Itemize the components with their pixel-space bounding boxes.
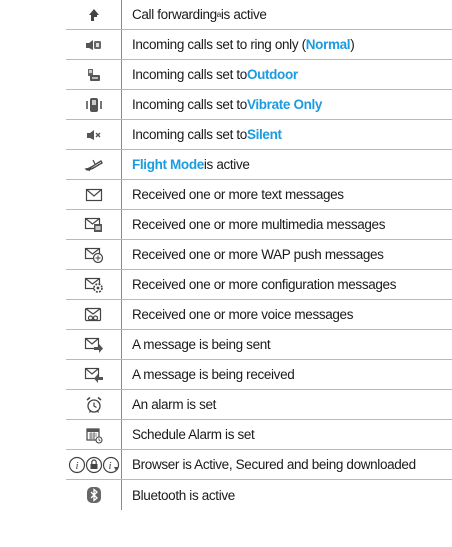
row-description: Received one or more multimedia messages: [132, 217, 386, 232]
multimedia-message-icon: [66, 210, 122, 239]
table-row: Received one or more text messages: [66, 180, 452, 210]
table-row: Call forwarding a is active: [66, 0, 452, 30]
row-description: Incoming calls set to Outdoor: [132, 67, 298, 82]
row-description: Incoming calls set to Silent: [132, 127, 282, 142]
row-description: Schedule Alarm is set: [132, 427, 255, 442]
status-icon-table: Call forwarding a is active Incoming call…: [66, 0, 452, 510]
outdoor-icon: [66, 60, 122, 89]
table-row: Incoming calls set to Outdoor: [66, 60, 452, 90]
table-row: Incoming calls set to ring only (Normal): [66, 30, 452, 60]
row-description: Received one or more configuration messa…: [132, 277, 397, 292]
row-description: A message is being sent: [132, 337, 271, 352]
row-description: Received one or more voice messages: [132, 307, 354, 322]
svg-text:i: i: [75, 460, 78, 472]
receiving-message-icon: [66, 360, 122, 389]
svg-text:i: i: [108, 460, 111, 472]
table-row: Received one or more WAP push messages: [66, 240, 452, 270]
row-description: Received one or more WAP push messages: [132, 247, 384, 262]
schedule-alarm-icon: [66, 420, 122, 449]
row-description: Call forwarding a is active: [132, 7, 267, 22]
silent-icon: [66, 120, 122, 149]
flight-mode-icon: [66, 150, 122, 179]
table-row: Received one or more multimedia messages: [66, 210, 452, 240]
alarm-icon: [66, 390, 122, 419]
bluetooth-icon: [66, 480, 122, 510]
configuration-message-icon: [66, 270, 122, 299]
voice-message-icon: [66, 300, 122, 329]
row-description: Flight Mode is active: [132, 157, 250, 172]
table-row: A message is being received: [66, 360, 452, 390]
table-row: Received one or more configuration messa…: [66, 270, 452, 300]
row-description: An alarm is set: [132, 397, 217, 412]
table-row: i i Browser is Active, Secured and being…: [66, 450, 452, 480]
table-row: An alarm is set: [66, 390, 452, 420]
table-row: Schedule Alarm is set: [66, 420, 452, 450]
row-description: Incoming calls set to ring only (Normal): [132, 37, 355, 52]
table-row: Received one or more voice messages: [66, 300, 452, 330]
vibrate-icon: [66, 90, 122, 119]
wap-push-icon: [66, 240, 122, 269]
row-description: Bluetooth is active: [132, 487, 235, 503]
table-row: Incoming calls set to Vibrate Only: [66, 90, 452, 120]
browser-status-icon: i i: [66, 450, 122, 479]
row-description: A message is being received: [132, 367, 295, 382]
call-forward-icon: [66, 0, 122, 29]
text-message-icon: [66, 180, 122, 209]
table-row: Incoming calls set to Silent: [66, 120, 452, 150]
table-row: A message is being sent: [66, 330, 452, 360]
row-description: Browser is Active, Secured and being dow…: [132, 457, 416, 472]
normal-ring-icon: [66, 30, 122, 59]
row-description: Incoming calls set to Vibrate Only: [132, 97, 323, 112]
table-row: Bluetooth is active: [66, 480, 452, 510]
sending-message-icon: [66, 330, 122, 359]
row-description: Received one or more text messages: [132, 187, 344, 202]
table-row: Flight Mode is active: [66, 150, 452, 180]
